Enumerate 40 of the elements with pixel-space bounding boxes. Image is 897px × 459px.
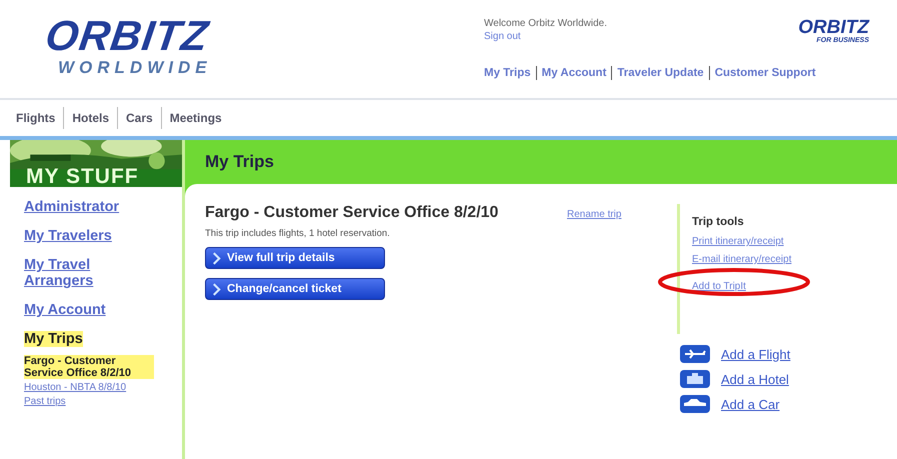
add-link[interactable]: Add a Hotel (721, 372, 789, 386)
rename-trip-link[interactable]: Rename trip (567, 209, 622, 220)
nav-tab[interactable]: Flights (16, 111, 56, 125)
header-link[interactable]: My Account (542, 67, 606, 79)
trip-summary: This trip includes flights, 1 hotel reservation. (205, 228, 391, 239)
sidebar-link[interactable]: My Travel Arrangers (24, 257, 134, 289)
add-link[interactable]: Add a Car (721, 396, 780, 412)
nav-tab[interactable]: Hotels (72, 111, 110, 125)
header-link[interactable]: Customer Support (714, 67, 816, 79)
business-logo-wordmark: ORBITZ (798, 18, 869, 37)
sidebar-link[interactable]: My Account (24, 302, 134, 318)
chevron-icon (212, 252, 221, 264)
sidebar-link[interactable]: My Trips (24, 331, 83, 347)
trip-tools-title: Trip tools (692, 216, 744, 228)
action-button[interactable]: View full trip details (205, 247, 385, 269)
chevron-icon (212, 282, 221, 296)
logo-tagline: WORLDWIDE (57, 58, 212, 78)
trip-tool-link[interactable]: Print itinerary/receipt (692, 236, 784, 247)
flight-icon[interactable] (679, 344, 711, 364)
logo-wordmark[interactable]: ORBITZ (42, 14, 215, 58)
sign-out-link[interactable]: Sign out (484, 31, 607, 42)
sidebar-link[interactable]: Administrator (24, 199, 134, 215)
header-link[interactable]: Traveler Update (617, 67, 704, 79)
trip-link[interactable]: Houston - NBTA 8/8/10 (24, 382, 154, 393)
trip-link[interactable]: Fargo - Customer Service Office 8/2/10 (24, 355, 154, 379)
trip-title: Fargo - Customer Service Office 8/2/10 (205, 204, 500, 222)
trip-tool-link[interactable]: E-mail itinerary/receipt (692, 254, 792, 265)
header-link[interactable]: My Trips (484, 67, 531, 79)
trip-tool-link[interactable]: Add to TripIt (692, 281, 746, 292)
car-icon[interactable] (679, 394, 711, 414)
hotel-icon[interactable] (679, 369, 711, 389)
sidebar-title: MY STUFF (26, 165, 139, 187)
action-button[interactable]: Change/cancel ticket (205, 278, 385, 300)
page-title: My Trips (205, 152, 274, 172)
nav-tab[interactable]: Meetings (170, 111, 222, 125)
nav-tab[interactable]: Cars (126, 111, 153, 125)
welcome-text: Welcome Orbitz Worldwide. (484, 18, 607, 29)
trip-link[interactable]: Past trips (24, 396, 154, 407)
add-link[interactable]: Add a Flight (721, 346, 790, 362)
sidebar-link[interactable]: My Travelers (24, 228, 134, 244)
